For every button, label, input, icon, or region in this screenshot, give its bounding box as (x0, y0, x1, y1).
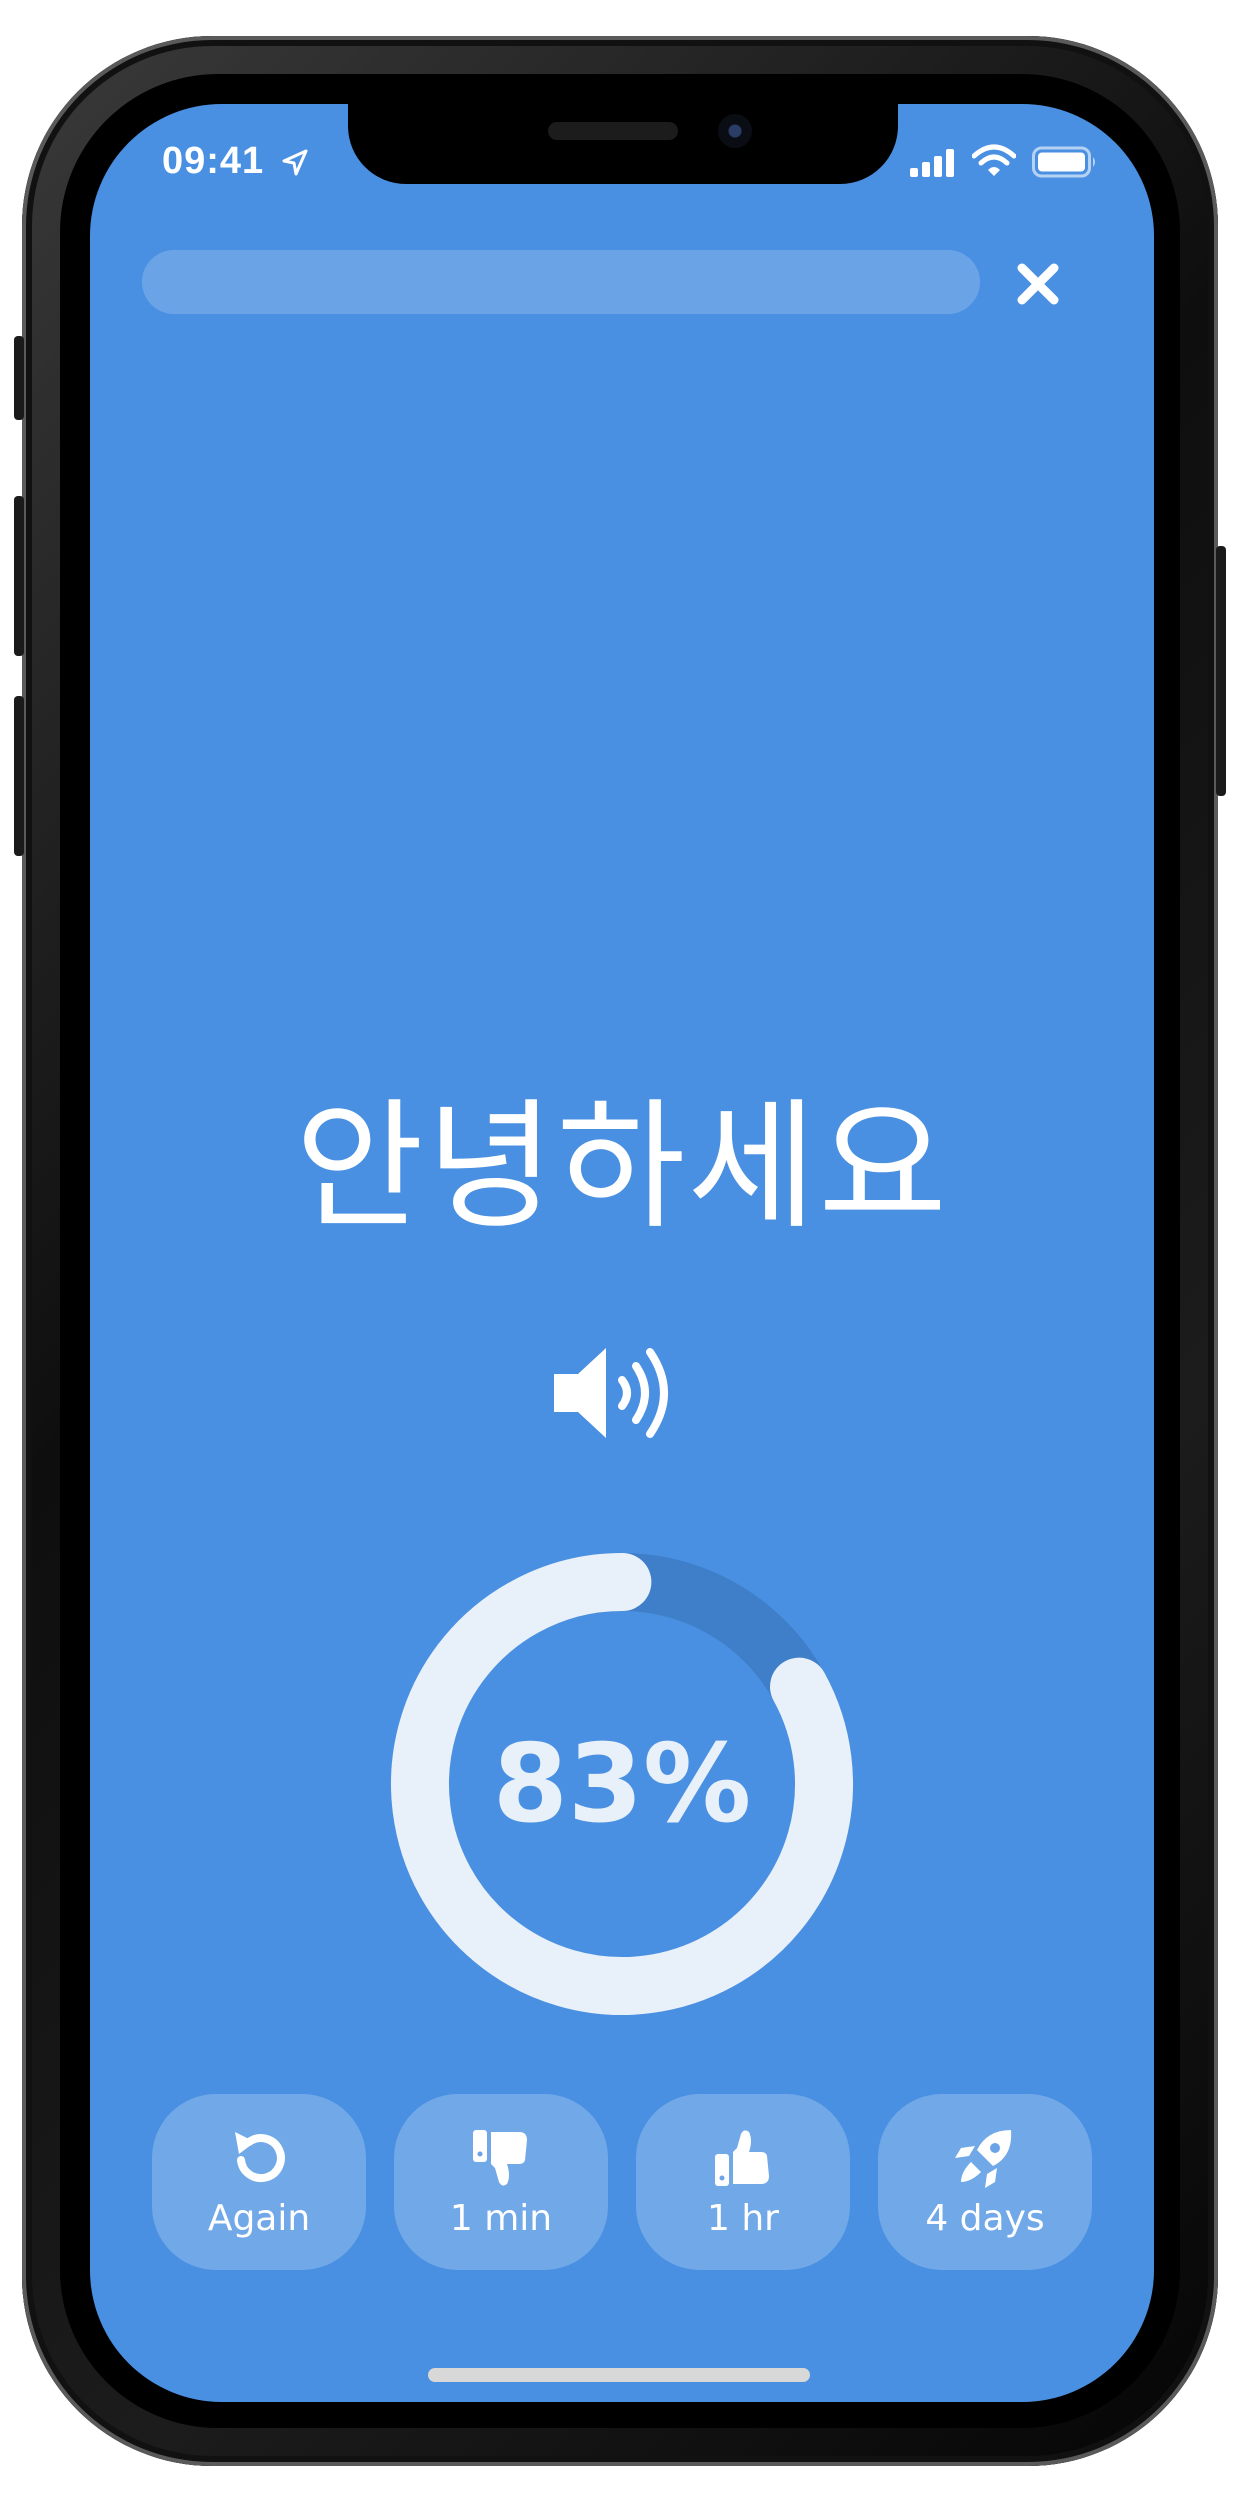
one-min-button[interactable]: 1 min (394, 2094, 608, 2270)
mute-switch (14, 336, 24, 420)
volume-down-button (14, 696, 24, 856)
one-hr-label: 1 hr (707, 2197, 779, 2239)
close-button[interactable] (1010, 256, 1066, 312)
earpiece-speaker (548, 122, 678, 140)
thumbs-down-icon (473, 2129, 527, 2186)
front-camera (718, 114, 752, 148)
one-hr-button[interactable]: 1 hr (636, 2094, 850, 2270)
status-time: 09:41 (162, 140, 265, 182)
location-arrow-icon (282, 149, 308, 176)
flashcard-word: 안녕하세요 (294, 1086, 949, 1249)
one-min-label: 1 min (449, 2197, 553, 2239)
speaker-volume-icon (554, 1348, 668, 1438)
again-button[interactable]: Again (152, 2094, 366, 2270)
score-percentage: 83% (492, 1721, 752, 1847)
volume-up-button (14, 496, 24, 656)
undo-icon (235, 2131, 285, 2182)
four-days-button[interactable]: 4 days (878, 2094, 1092, 2270)
again-label: Again (207, 2197, 311, 2239)
close-icon (1017, 263, 1059, 305)
app-screen: 09:41 안녕하세요 83% Again 1 min 1 hr 4 days (90, 104, 1154, 2402)
score-ring: 83% (386, 1548, 858, 2020)
home-indicator[interactable] (428, 2368, 810, 2382)
power-button (1216, 546, 1226, 796)
battery-icon (1032, 146, 1095, 178)
thumbs-up-icon (715, 2129, 769, 2186)
session-progress-bar (142, 250, 980, 314)
answer-buttons: Again 1 min 1 hr 4 days (152, 2094, 1092, 2270)
four-days-label: 4 days (925, 2197, 1045, 2239)
rocket-icon (955, 2129, 1012, 2188)
play-audio-button[interactable] (550, 1338, 680, 1448)
cellular-signal-icon (910, 149, 954, 177)
notch (348, 104, 898, 184)
wifi-icon (972, 144, 1016, 176)
